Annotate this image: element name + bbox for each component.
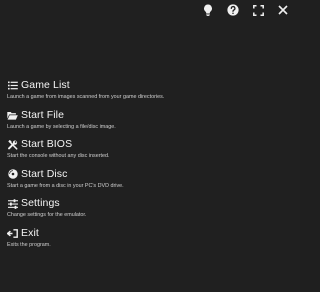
menu-item-description: Start a game from a disc in your PC's DV… [7, 182, 124, 189]
menu-item-title: Settings [21, 197, 60, 209]
main-window: Game List Launch a game from images scan… [0, 0, 300, 292]
menu-item-game-list[interactable]: Game List Launch a game from images scan… [7, 78, 287, 108]
menu-item-description: Exits the program. [7, 241, 51, 248]
menu-item-title: Game List [21, 79, 70, 91]
list-icon [7, 80, 18, 91]
menu-item-start-file[interactable]: Start File Launch a game by selecting a … [7, 108, 287, 138]
folder-open-icon [7, 110, 18, 121]
main-menu: Game List Launch a game from images scan… [7, 78, 287, 255]
menu-item-description: Start the console without any disc inser… [7, 153, 110, 159]
menu-item-description: Launch a game by selecting a file/disc i… [7, 123, 116, 130]
help-icon[interactable] [226, 3, 240, 17]
lightbulb-icon[interactable] [201, 3, 215, 17]
menu-item-title: Start BIOS [21, 138, 73, 150]
menu-item-title: Start Disc [21, 167, 68, 180]
tools-icon [7, 139, 18, 150]
menu-item-settings[interactable]: Settings Change settings for the emulato… [7, 196, 287, 226]
sliders-icon [7, 198, 18, 209]
menu-item-description: Change settings for the emulator. [7, 212, 87, 218]
menu-item-title: Exit [21, 226, 39, 239]
exit-icon [7, 228, 18, 239]
fullscreen-icon[interactable] [251, 3, 265, 17]
menu-item-start-disc[interactable]: Start Disc Start a game from a disc in y… [7, 167, 287, 197]
top-toolbar [201, 3, 290, 17]
close-icon[interactable] [276, 3, 290, 17]
menu-item-exit[interactable]: Exit Exits the program. [7, 226, 287, 256]
menu-item-title: Start File [21, 108, 65, 121]
menu-item-description: Launch a game from images scanned from y… [7, 94, 165, 100]
disc-icon [7, 169, 18, 180]
menu-item-start-bios[interactable]: Start BIOS Start the console without any… [7, 137, 287, 167]
